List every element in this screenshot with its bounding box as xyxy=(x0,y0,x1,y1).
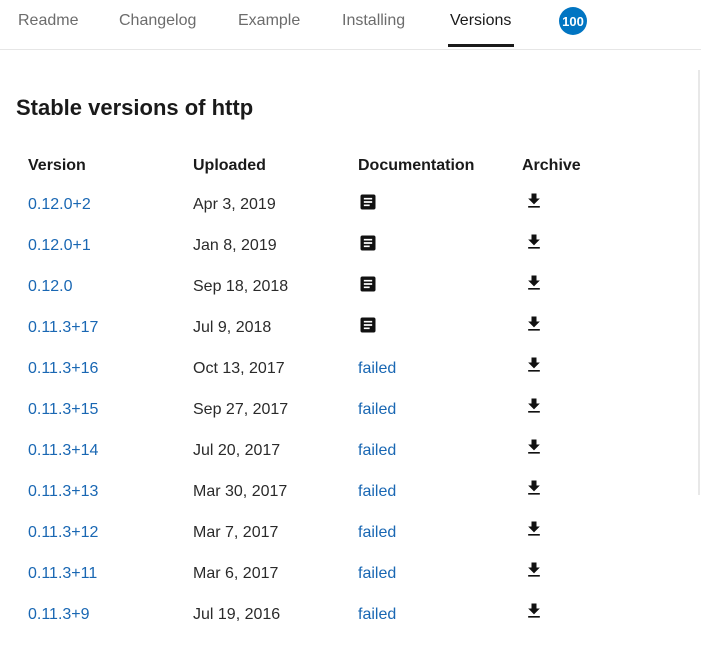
version-link[interactable]: 0.11.3+16 xyxy=(28,359,98,379)
documentation-cell xyxy=(358,233,378,262)
table-row: 0.11.3+14 Jul 20, 2017 failed xyxy=(0,439,701,482)
table-row: 0.12.0+1 Jan 8, 2019 xyxy=(0,233,701,277)
column-header-archive: Archive xyxy=(522,157,581,174)
page-title: Stable versions of http xyxy=(16,95,254,120)
version-link[interactable]: 0.11.3+12 xyxy=(28,523,98,543)
table-row: 0.11.3+17 Jul 9, 2018 xyxy=(0,315,701,359)
documentation-cell xyxy=(358,274,378,303)
version-link[interactable]: 0.11.3+17 xyxy=(28,318,98,338)
active-tab-indicator xyxy=(448,44,514,47)
download-icon[interactable] xyxy=(524,601,544,621)
upload-date: Jul 9, 2018 xyxy=(193,319,272,336)
description-icon[interactable] xyxy=(358,274,378,294)
version-link[interactable]: 0.11.3+11 xyxy=(28,564,97,584)
upload-date: Mar 6, 2017 xyxy=(193,565,279,582)
documentation-failed-link[interactable]: failed xyxy=(358,401,396,418)
upload-date: Oct 13, 2017 xyxy=(193,360,285,377)
download-icon[interactable] xyxy=(524,478,544,498)
documentation-failed-link[interactable]: failed xyxy=(358,483,396,500)
download-icon[interactable] xyxy=(524,314,544,334)
download-icon[interactable] xyxy=(524,437,544,457)
tab-example[interactable]: Example xyxy=(238,12,300,30)
documentation-cell: failed xyxy=(358,441,396,461)
version-link[interactable]: 0.11.3+15 xyxy=(28,400,98,420)
upload-date: Mar 7, 2017 xyxy=(193,524,279,541)
tab-changelog[interactable]: Changelog xyxy=(119,12,196,30)
documentation-failed-link[interactable]: failed xyxy=(358,524,396,541)
download-icon[interactable] xyxy=(524,232,544,252)
version-link[interactable]: 0.12.0 xyxy=(28,277,72,297)
tab-readme[interactable]: Readme xyxy=(18,12,78,30)
column-header-uploaded: Uploaded xyxy=(193,157,266,174)
documentation-failed-link[interactable]: failed xyxy=(358,565,396,582)
table-row: 0.11.3+11 Mar 6, 2017 failed xyxy=(0,562,701,605)
table-row: 0.12.0 Sep 18, 2018 xyxy=(0,274,701,318)
upload-date: Jul 19, 2016 xyxy=(193,606,281,623)
documentation-failed-link[interactable]: failed xyxy=(358,606,396,623)
version-link[interactable]: 0.12.0+1 xyxy=(28,236,91,256)
tab-bar: Readme Changelog Example Installing Vers… xyxy=(0,0,701,50)
documentation-cell xyxy=(358,315,378,344)
table-row: 0.11.3+15 Sep 27, 2017 failed xyxy=(0,398,701,441)
upload-date: Apr 3, 2019 xyxy=(193,196,276,213)
table-row: 0.11.3+16 Oct 13, 2017 failed xyxy=(0,357,701,400)
documentation-failed-link[interactable]: failed xyxy=(358,442,396,459)
download-icon[interactable] xyxy=(524,519,544,539)
version-link[interactable]: 0.11.3+13 xyxy=(28,482,98,502)
documentation-cell: failed xyxy=(358,564,396,584)
download-icon[interactable] xyxy=(524,273,544,293)
version-link[interactable]: 0.11.3+14 xyxy=(28,441,98,461)
upload-date: Jul 20, 2017 xyxy=(193,442,281,459)
documentation-cell: failed xyxy=(358,523,396,543)
download-icon[interactable] xyxy=(524,355,544,375)
score-badge[interactable]: 100 xyxy=(559,7,587,35)
table-row: 0.11.3+13 Mar 30, 2017 failed xyxy=(0,480,701,523)
documentation-cell xyxy=(358,192,378,221)
description-icon[interactable] xyxy=(358,315,378,335)
documentation-cell: failed xyxy=(358,400,396,420)
upload-date: Mar 30, 2017 xyxy=(193,483,288,500)
column-header-version: Version xyxy=(28,157,86,174)
upload-date: Sep 18, 2018 xyxy=(193,278,289,295)
tab-installing[interactable]: Installing xyxy=(342,12,405,30)
description-icon[interactable] xyxy=(358,192,378,212)
table-row: 0.11.3+9 Jul 19, 2016 failed xyxy=(0,603,701,646)
documentation-cell: failed xyxy=(358,482,396,502)
table-row: 0.11.3+12 Mar 7, 2017 failed xyxy=(0,521,701,564)
column-header-documentation: Documentation xyxy=(358,157,475,174)
tab-versions[interactable]: Versions xyxy=(450,12,511,30)
download-icon[interactable] xyxy=(524,191,544,211)
description-icon[interactable] xyxy=(358,233,378,253)
documentation-failed-link[interactable]: failed xyxy=(358,360,396,377)
documentation-cell: failed xyxy=(358,359,396,379)
upload-date: Jan 8, 2019 xyxy=(193,237,277,254)
download-icon[interactable] xyxy=(524,560,544,580)
documentation-cell: failed xyxy=(358,605,396,625)
download-icon[interactable] xyxy=(524,396,544,416)
version-link[interactable]: 0.11.3+9 xyxy=(28,605,90,625)
upload-date: Sep 27, 2017 xyxy=(193,401,289,418)
version-link[interactable]: 0.12.0+2 xyxy=(28,195,91,215)
table-row: 0.12.0+2 Apr 3, 2019 xyxy=(0,192,701,236)
